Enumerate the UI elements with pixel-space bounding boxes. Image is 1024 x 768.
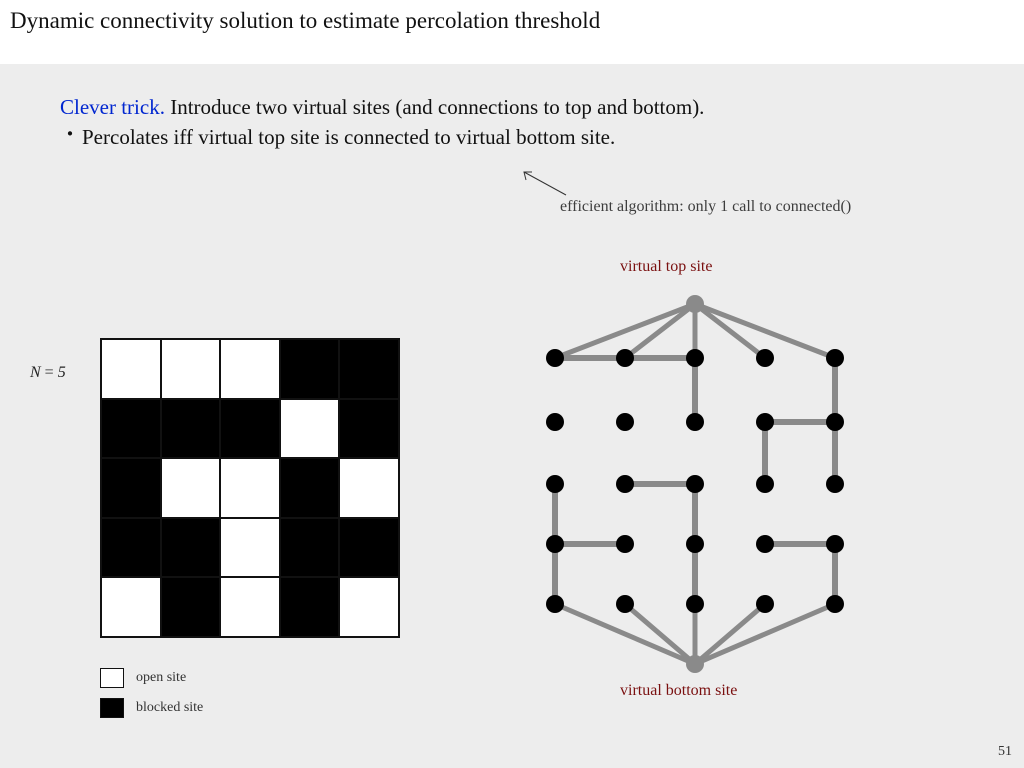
slide-title: Dynamic connectivity solution to estimat… [10, 8, 600, 33]
n-val: 5 [58, 364, 66, 381]
legend-open-row: open site [100, 668, 203, 688]
grid-cell [161, 518, 221, 578]
grid-cell [220, 518, 280, 578]
grid-size-label: N = 5 [30, 364, 66, 382]
trick-line: Clever trick. Introduce two virtual site… [60, 92, 704, 122]
grid-cell [339, 339, 399, 399]
blocked-swatch-icon [100, 698, 124, 718]
n-eq: = [41, 364, 58, 381]
n-var: N [30, 364, 41, 381]
annotation-arrow-icon [521, 170, 567, 196]
legend-blocked-row: blocked site [100, 698, 203, 718]
page-number: 51 [998, 744, 1012, 760]
grid-cell [220, 399, 280, 459]
legend-blocked-label: blocked site [136, 700, 203, 716]
grid-cell [161, 577, 221, 637]
grid-cell [161, 458, 221, 518]
grid-cell [101, 518, 161, 578]
bullet-dot-icon: ・ [60, 122, 82, 148]
grid-cell [280, 458, 340, 518]
virtual-top-label: virtual top site [620, 258, 712, 276]
percolation-graph [520, 288, 870, 678]
body-text: Clever trick. Introduce two virtual site… [60, 92, 704, 153]
grid-cell [280, 339, 340, 399]
grid-cell [339, 399, 399, 459]
grid-cell [339, 518, 399, 578]
trick-label: Clever trick. [60, 95, 165, 119]
annotation-text: efficient algorithm: only 1 call to conn… [560, 198, 851, 216]
grid-cell [101, 339, 161, 399]
virtual-bottom-label: virtual bottom site [620, 682, 737, 700]
grid-cell [220, 339, 280, 399]
trick-sentence: Introduce two virtual sites (and connect… [170, 95, 704, 119]
grid-cell [280, 399, 340, 459]
grid-cell [101, 577, 161, 637]
bullet-text-1: Percolates iff virtual top site is conne… [82, 122, 615, 152]
percolation-grid [100, 338, 400, 638]
grid-cell [339, 458, 399, 518]
grid-cell [220, 577, 280, 637]
open-swatch-icon [100, 668, 124, 688]
legend-open-label: open site [136, 670, 186, 686]
slide-title-bar: Dynamic connectivity solution to estimat… [0, 0, 1024, 64]
grid-cell [101, 458, 161, 518]
grid-cell [161, 399, 221, 459]
grid-cell [339, 577, 399, 637]
grid-cell [101, 399, 161, 459]
grid-cell [161, 339, 221, 399]
legend: open site blocked site [100, 668, 203, 728]
grid-cell [280, 577, 340, 637]
grid-cell [220, 458, 280, 518]
grid-cell [280, 518, 340, 578]
bullet-row-1: ・ Percolates iff virtual top site is con… [60, 122, 704, 152]
